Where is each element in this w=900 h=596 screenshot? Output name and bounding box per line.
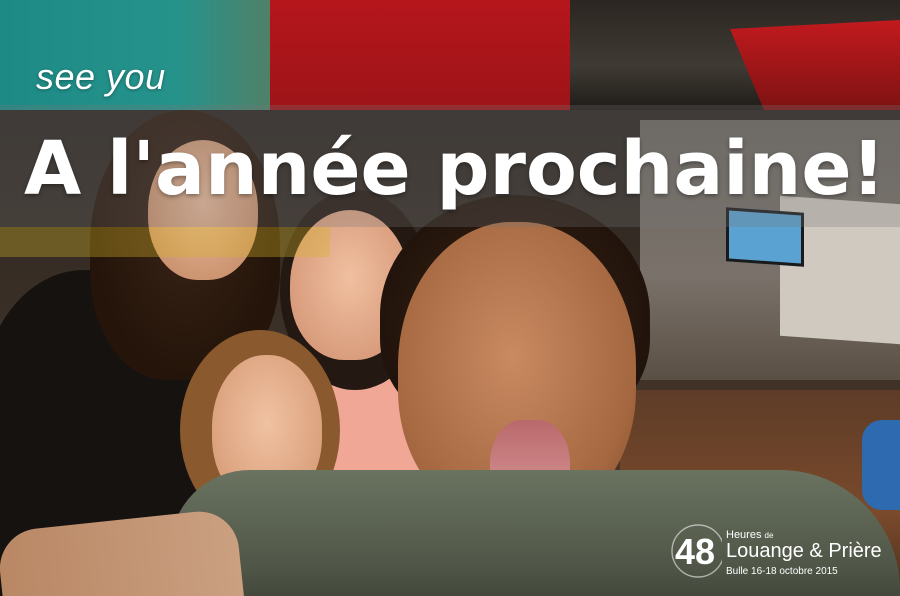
red-wall [270,0,570,110]
logo-mark-text: 48 [675,531,715,572]
logo-de-word: de [764,531,774,540]
background-person [862,420,900,510]
yellow-tint-band [0,227,330,257]
promo-image: see you A l'année prochaine! 48 Heures d… [0,0,900,596]
tagline: see you [36,56,166,97]
logo-event-name: Louange & Prière [726,540,882,562]
logo-event-date: Bulle 16-18 octobre 2015 [726,566,838,577]
headline: A l'année prochaine! [24,126,886,212]
event-logo: 48 Heures de Louange & Prière Bulle 16-1… [668,522,888,586]
logo-mark-48-icon: 48 [671,524,722,578]
